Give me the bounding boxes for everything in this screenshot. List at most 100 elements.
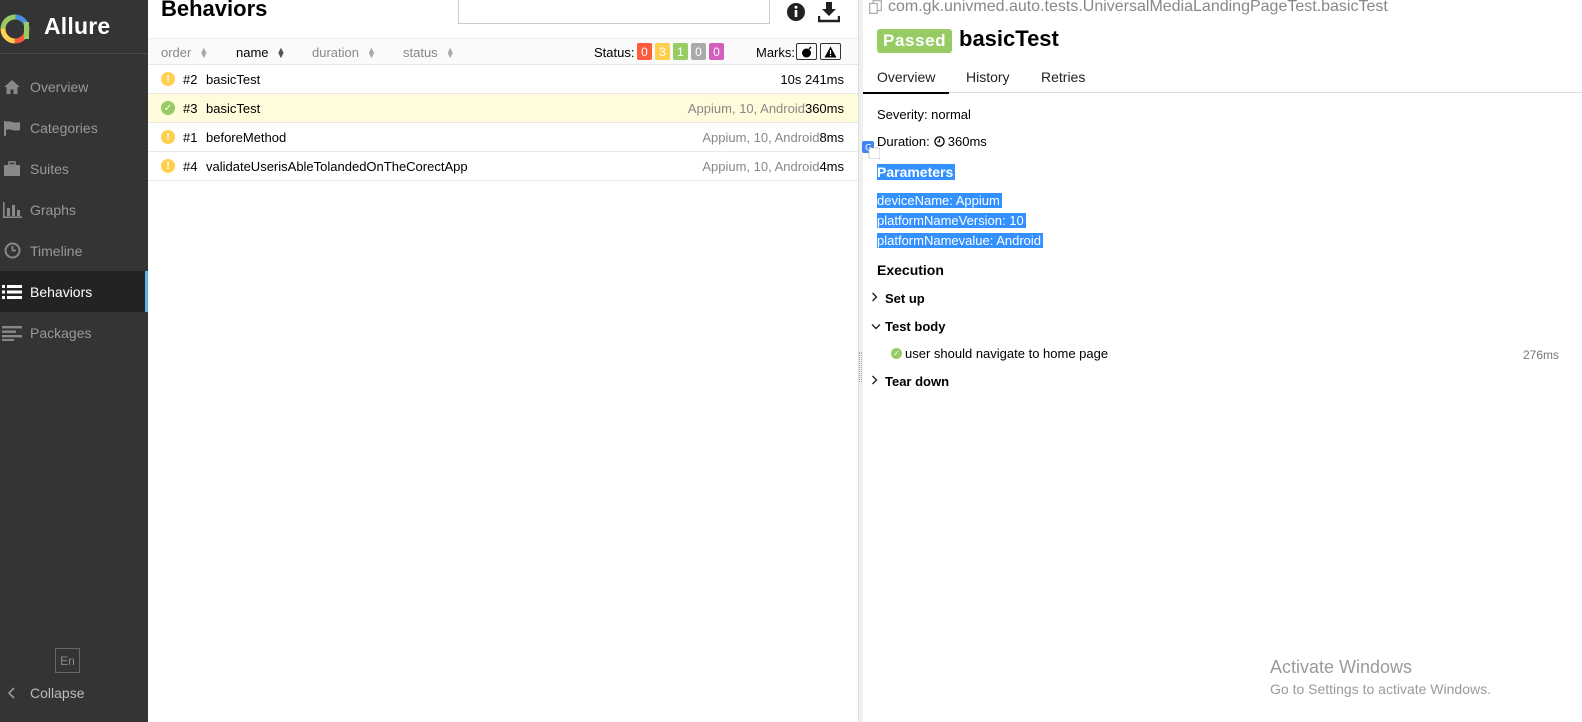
status-badge-failed[interactable]: 0: [637, 43, 652, 60]
setup-label: Set up: [885, 291, 925, 306]
tab-history[interactable]: History: [966, 69, 1010, 85]
collapse-label: Collapse: [30, 685, 85, 701]
sidebar-item-label: Timeline: [30, 242, 83, 259]
sort-status-label: status: [403, 45, 438, 60]
status-badge-passed[interactable]: 1: [673, 43, 688, 60]
broken-status-icon: !: [161, 159, 175, 173]
table-row[interactable]: ! #4 validateUserisAbleTolandedOnTheCore…: [148, 152, 858, 181]
sidebar-item-categories[interactable]: Categories: [0, 107, 148, 148]
sidebar-item-overview[interactable]: Overview: [0, 66, 148, 107]
parameter-item: platformNamevalue: Android: [877, 233, 1044, 248]
bar-chart-icon: [0, 201, 30, 218]
chevron-down-icon: [871, 321, 885, 333]
passed-status-icon: ✓: [161, 101, 175, 115]
row-name: validateUserisAbleTolandedOnTheCorectApp: [206, 158, 468, 174]
allure-logo-icon: [0, 14, 30, 43]
test-fullname[interactable]: com.gk.univmed.auto.tests.UniversalMedia…: [869, 0, 1388, 16]
row-number: #2: [183, 71, 198, 87]
row-duration: 8ms: [819, 129, 844, 145]
row-duration: 4ms: [819, 158, 844, 174]
table-row[interactable]: ! #1 beforeMethod Appium, 10, Android 8m…: [148, 123, 858, 152]
row-number: #3: [183, 100, 198, 116]
watermark-line2: Go to Settings to activate Windows.: [1270, 681, 1491, 697]
duration-value: 360ms: [947, 134, 987, 149]
sidebar-item-timeline[interactable]: Timeline: [0, 230, 148, 271]
status-badge: Passed: [877, 29, 953, 53]
row-params: Appium, 10, Android: [702, 129, 820, 145]
sidebar-item-behaviors[interactable]: Behaviors: [0, 271, 148, 312]
test-step[interactable]: ✓ user should navigate to home page: [891, 346, 1108, 361]
parameter-item: platformNameVersion: 10: [877, 213, 1026, 228]
watermark-line1: Activate Windows: [1270, 657, 1413, 677]
execution-heading: Execution: [877, 262, 944, 278]
sidebar-item-label: Graphs: [30, 201, 76, 218]
sidebar-item-label: Packages: [30, 324, 92, 341]
list-icon: [0, 284, 30, 300]
sort-name[interactable]: name ▲ ▼: [236, 45, 285, 60]
download-icon[interactable]: [818, 1, 840, 23]
status-filter-label: Status:: [594, 45, 635, 60]
clock-icon: [934, 136, 945, 147]
briefcase-icon: [0, 160, 30, 177]
info-icon[interactable]: [786, 2, 806, 22]
chevron-right-icon: [871, 375, 885, 388]
row-params: Appium, 10, Android: [687, 100, 805, 116]
test-title: basicTest: [959, 26, 1059, 51]
test-detail-pane: com.gk.univmed.auto.tests.UniversalMedia…: [862, 0, 1582, 722]
severity: Severity: normal: [877, 107, 971, 122]
parameter-item: deviceName: Appium: [877, 193, 1002, 208]
teardown-step[interactable]: Tear down: [871, 374, 949, 389]
test-step-label: user should navigate to home page: [905, 346, 1109, 361]
sort-status[interactable]: status ▲ ▼: [403, 45, 455, 60]
row-number: #4: [183, 158, 198, 174]
table-row[interactable]: ✓ #3 basicTest Appium, 10, Android 360ms: [148, 94, 858, 123]
behaviors-pane: Behaviors order ▲ ▼ name ▲ ▼ duration ▲ ▼ s…: [148, 0, 858, 722]
sort-arrows-icon: ▲ ▼: [366, 44, 376, 60]
marks-filter-label: Marks:: [756, 45, 795, 60]
status-badge-skipped[interactable]: 0: [691, 43, 706, 60]
sort-duration-label: duration: [312, 45, 359, 60]
check-circle-icon: ✓: [891, 348, 902, 359]
duration-label: Duration:: [877, 134, 930, 149]
translate-icon[interactable]: G: [862, 141, 880, 159]
status-badge-unknown[interactable]: 0: [709, 43, 724, 60]
collapse-button[interactable]: Collapse: [0, 680, 148, 706]
test-body-step[interactable]: Test body: [871, 319, 945, 334]
sidebar-nav: Overview Categories Suites Graphs Timeli…: [0, 66, 148, 353]
brand[interactable]: Allure: [0, 0, 148, 54]
brand-title: Allure: [44, 13, 111, 39]
row-number: #1: [183, 129, 198, 145]
row-duration: 10s 241ms: [780, 71, 844, 87]
sidebar: Allure Overview Categories Suites Graphs: [0, 0, 148, 722]
sort-order[interactable]: order ▲ ▼: [161, 45, 208, 60]
warning-mark-icon[interactable]: [820, 43, 841, 60]
setup-step[interactable]: Set up: [871, 291, 925, 306]
sidebar-item-suites[interactable]: Suites: [0, 148, 148, 189]
sort-arrows-icon: ▲ ▼: [199, 44, 209, 60]
row-params: Appium, 10, Android: [702, 158, 820, 174]
language-button[interactable]: En: [55, 648, 80, 673]
tab-retries[interactable]: Retries: [1041, 69, 1085, 85]
sort-arrows-icon: ▲ ▼: [445, 44, 455, 60]
chevron-left-icon: [0, 687, 30, 699]
splitter-grip-icon[interactable]: [859, 352, 862, 382]
page-title: Behaviors: [161, 0, 268, 21]
row-name: beforeMethod: [206, 129, 287, 145]
detail-tabs: Overview History Retries: [862, 62, 1582, 94]
table-row[interactable]: ! #2 basicTest 10s 241ms: [148, 65, 858, 94]
sort-arrows-icon: ▲ ▼: [276, 44, 286, 60]
sort-duration[interactable]: duration ▲ ▼: [312, 45, 376, 60]
sidebar-item-graphs[interactable]: Graphs: [0, 189, 148, 230]
copy-icon[interactable]: [869, 0, 882, 14]
flaky-mark-icon[interactable]: [796, 43, 817, 60]
search-input[interactable]: [458, 0, 770, 24]
status-badge-broken[interactable]: 3: [655, 43, 670, 60]
tab-overview[interactable]: Overview: [862, 69, 950, 94]
sidebar-item-packages[interactable]: Packages: [0, 312, 148, 353]
sidebar-item-label: Suites: [30, 160, 69, 177]
windows-activation-watermark: Activate Windows Go to Settings to activ…: [1270, 657, 1491, 697]
sort-bar: order ▲ ▼ name ▲ ▼ duration ▲ ▼ status ▲ ▼ S…: [148, 38, 858, 65]
clock-icon: [0, 242, 30, 259]
marks-filter: [796, 43, 841, 60]
sort-name-label: name: [236, 45, 269, 60]
